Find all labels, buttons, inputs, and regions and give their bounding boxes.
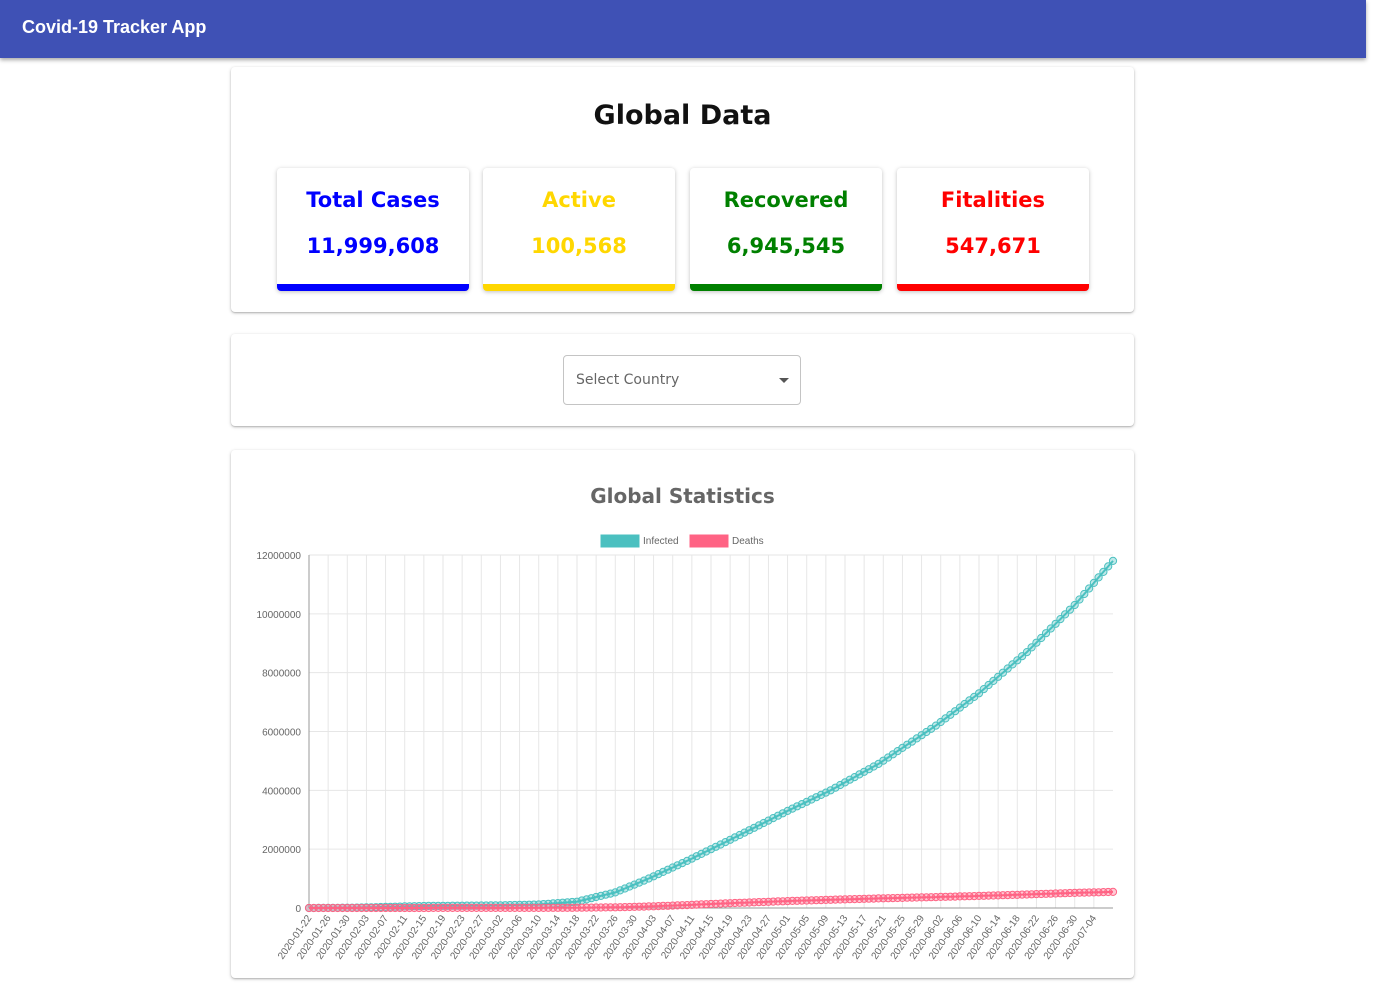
app-bar: Covid-19 Tracker App (0, 0, 1366, 58)
fatalities-label: Fitalities (940, 188, 1046, 212)
legend-label: Infected (643, 536, 679, 547)
data-point-deaths (1108, 887, 1118, 896)
country-select[interactable]: Select Country (563, 355, 801, 405)
y-tick-label: 0 (295, 904, 301, 915)
y-tick-label: 8000000 (262, 669, 301, 680)
total-cases-card: Total Cases 11,999,608 (277, 168, 469, 291)
y-tick-label: 4000000 (262, 786, 301, 797)
fatalities-card: Fitalities 547,671 (897, 168, 1089, 291)
app-title: Covid-19 Tracker App (22, 17, 207, 37)
global-statistics-chart: 0 2000000 4000000 6000000 8000000 10000000 120… (257, 534, 1118, 962)
recovered-card: Recovered 6,945,545 (690, 168, 882, 291)
data-point-infected (1108, 556, 1118, 566)
fatalities-value: 547,671 (945, 234, 1041, 258)
total-cases-value: 11,999,608 (306, 234, 440, 258)
recovered-value: 6,945,545 (726, 234, 846, 258)
global-data-title: Global Data (593, 100, 772, 131)
legend-label: Deaths (732, 536, 764, 547)
y-tick-label: 2000000 (262, 845, 301, 856)
active-value: 100,568 (531, 234, 627, 258)
y-tick-label: 12000000 (257, 551, 302, 562)
legend-swatch (600, 534, 640, 548)
country-select-placeholder: Select Country (576, 372, 680, 388)
chevron-down-icon[interactable] (779, 378, 789, 383)
chart-title: Global Statistics (590, 484, 775, 508)
total-cases-label: Total Cases (306, 188, 440, 212)
y-tick-label: 10000000 (257, 610, 302, 621)
active-label: Active (542, 188, 616, 212)
legend-swatch (689, 534, 729, 548)
recovered-label: Recovered (723, 188, 849, 212)
y-tick-label: 6000000 (262, 728, 301, 739)
active-card: Active 100,568 (483, 168, 675, 291)
